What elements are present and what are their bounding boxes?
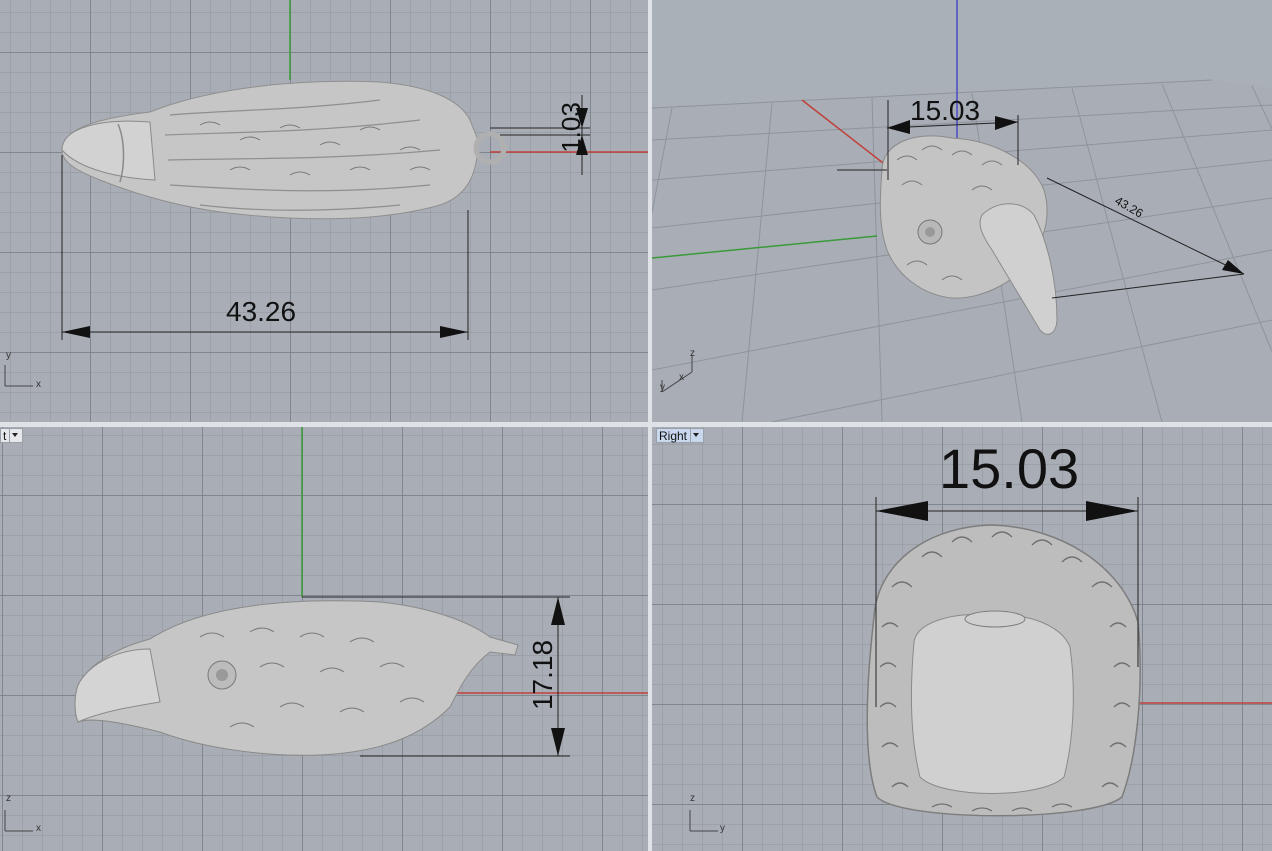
viewport-splitter-horizontal[interactable] <box>0 422 1272 427</box>
axis-label-z-right: z <box>690 793 695 804</box>
eagle-head-model-top <box>61 80 507 220</box>
axis-label-y-persp: y <box>660 382 665 393</box>
eagle-head-model-front <box>74 600 519 756</box>
viewport-top[interactable]: 43.26 1.03 y x <box>0 0 648 422</box>
axis-label-y-right: y <box>720 823 725 834</box>
dim-label-width-right: 15.03 <box>939 437 1080 500</box>
axis-gizmo-top <box>4 365 33 387</box>
top-view-canvas <box>4 0 648 387</box>
axis-gizmo-right <box>689 810 718 832</box>
viewport-perspective[interactable]: 15.03 43.26 z y x <box>652 0 1272 422</box>
axis-label-x-front: x <box>36 823 41 834</box>
axis-gizmo-front <box>4 810 33 832</box>
viewport-right[interactable]: Right 15.03 z y <box>652 427 1272 851</box>
axis-label-x: x <box>36 379 41 390</box>
perspective-view-canvas <box>652 0 1272 422</box>
dim-label-height: 17.18 <box>527 639 559 711</box>
eagle-head-model-right <box>866 524 1141 817</box>
dim-label-loop: 1.03 <box>555 102 586 153</box>
axis-label-y: y <box>6 350 11 361</box>
axis-label-z-front: z <box>6 793 11 804</box>
viewport-front[interactable]: t 17.18 z x <box>0 427 648 851</box>
dim-label-width-persp: 15.03 <box>910 95 981 126</box>
dim-label-length: 43.26 <box>226 296 297 327</box>
axis-label-z: z <box>690 348 695 359</box>
rhino-workspace: 43.26 1.03 y x 15.03 43.26 z y x t 17.18… <box>0 0 1272 851</box>
axis-label-x-persp: x <box>679 372 684 383</box>
